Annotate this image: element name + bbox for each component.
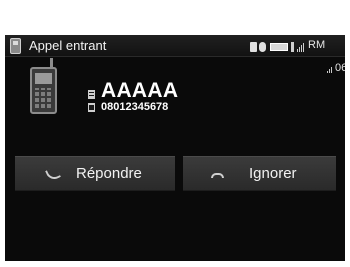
caller-name: AAAAA [101,79,179,102]
caller-number: 08012345678 [101,101,169,113]
call-duration: 06 [335,62,345,74]
screen-title: Appel entrant [29,38,107,53]
bluetooth-icon [259,41,266,52]
signal-antenna-icon [291,41,294,52]
battery-icon [270,42,288,51]
roaming-indicator: RM [308,39,326,51]
signal-strength-icon [297,42,304,52]
device-frame: Appel entrant RM AAAAA 08012345678 06 Ré… [0,0,350,267]
answer-button[interactable]: Répondre [15,156,175,191]
status-icons [250,40,304,53]
phone-handset-icon [10,38,21,54]
phone-number-icon [88,103,95,112]
ignore-label: Ignorer [249,165,297,182]
ignore-button[interactable]: Ignorer [183,156,336,191]
hang-up-icon [211,173,224,178]
bluetooth-icon [250,41,257,52]
header-bar: Appel entrant RM [5,35,345,57]
answer-label: Répondre [76,165,142,182]
mobile-phone-icon [30,58,57,114]
incoming-call-screen: Appel entrant RM AAAAA 08012345678 06 Ré… [5,35,345,261]
answer-call-icon [45,166,61,182]
contact-card-icon [88,90,95,99]
volume-icon [327,67,333,73]
